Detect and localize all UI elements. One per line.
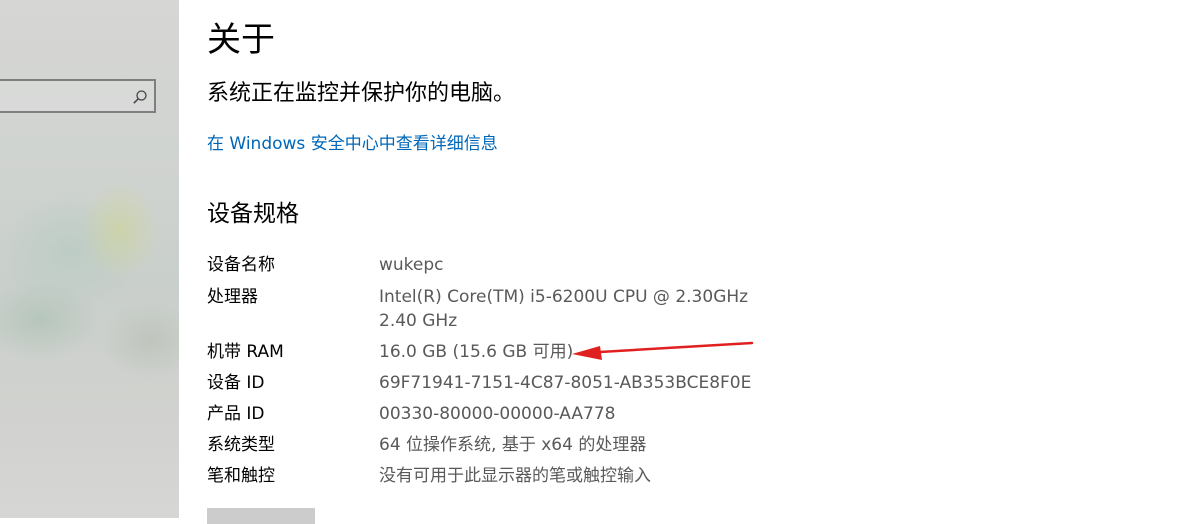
search-icon bbox=[133, 90, 147, 104]
protection-status-text: 系统正在监控并保护你的电脑。 bbox=[207, 81, 516, 106]
spec-label: 笔和触控 bbox=[207, 466, 275, 486]
spec-value: wukepc bbox=[379, 255, 444, 275]
page-title: 关于 bbox=[207, 20, 275, 60]
spec-label: 产品 ID bbox=[207, 404, 265, 424]
about-page: 关于 系统正在监控并保护你的电脑。 在 Windows 安全中心中查看详细信息 … bbox=[207, 0, 1194, 518]
sidebar bbox=[0, 0, 179, 518]
spec-label: 设备 ID bbox=[207, 373, 265, 393]
spec-value: 69F71941-7151-4C87-8051-AB353BCE8F0E bbox=[379, 373, 752, 393]
red-arrow-annotation bbox=[572, 341, 754, 360]
security-center-link[interactable]: 在 Windows 安全中心中查看详细信息 bbox=[207, 131, 498, 157]
spec-value: 00330-80000-00000-AA778 bbox=[379, 404, 616, 424]
spec-label: 处理器 bbox=[207, 287, 258, 307]
spec-label: 系统类型 bbox=[207, 435, 275, 455]
search-input[interactable] bbox=[0, 79, 156, 113]
spec-label: 机带 RAM bbox=[207, 342, 284, 362]
spec-value: 16.0 GB (15.6 GB 可用) bbox=[379, 342, 574, 362]
spec-value: 没有可用于此显示器的笔或触控输入 bbox=[379, 466, 651, 486]
spec-label: 设备名称 bbox=[207, 255, 275, 275]
copy-button[interactable] bbox=[207, 508, 315, 524]
spec-value: 64 位操作系统, 基于 x64 的处理器 bbox=[379, 435, 647, 455]
spec-value: Intel(R) Core(TM) i5-6200U CPU @ 2.30GHz… bbox=[379, 287, 749, 331]
device-specs-title: 设备规格 bbox=[207, 201, 299, 227]
